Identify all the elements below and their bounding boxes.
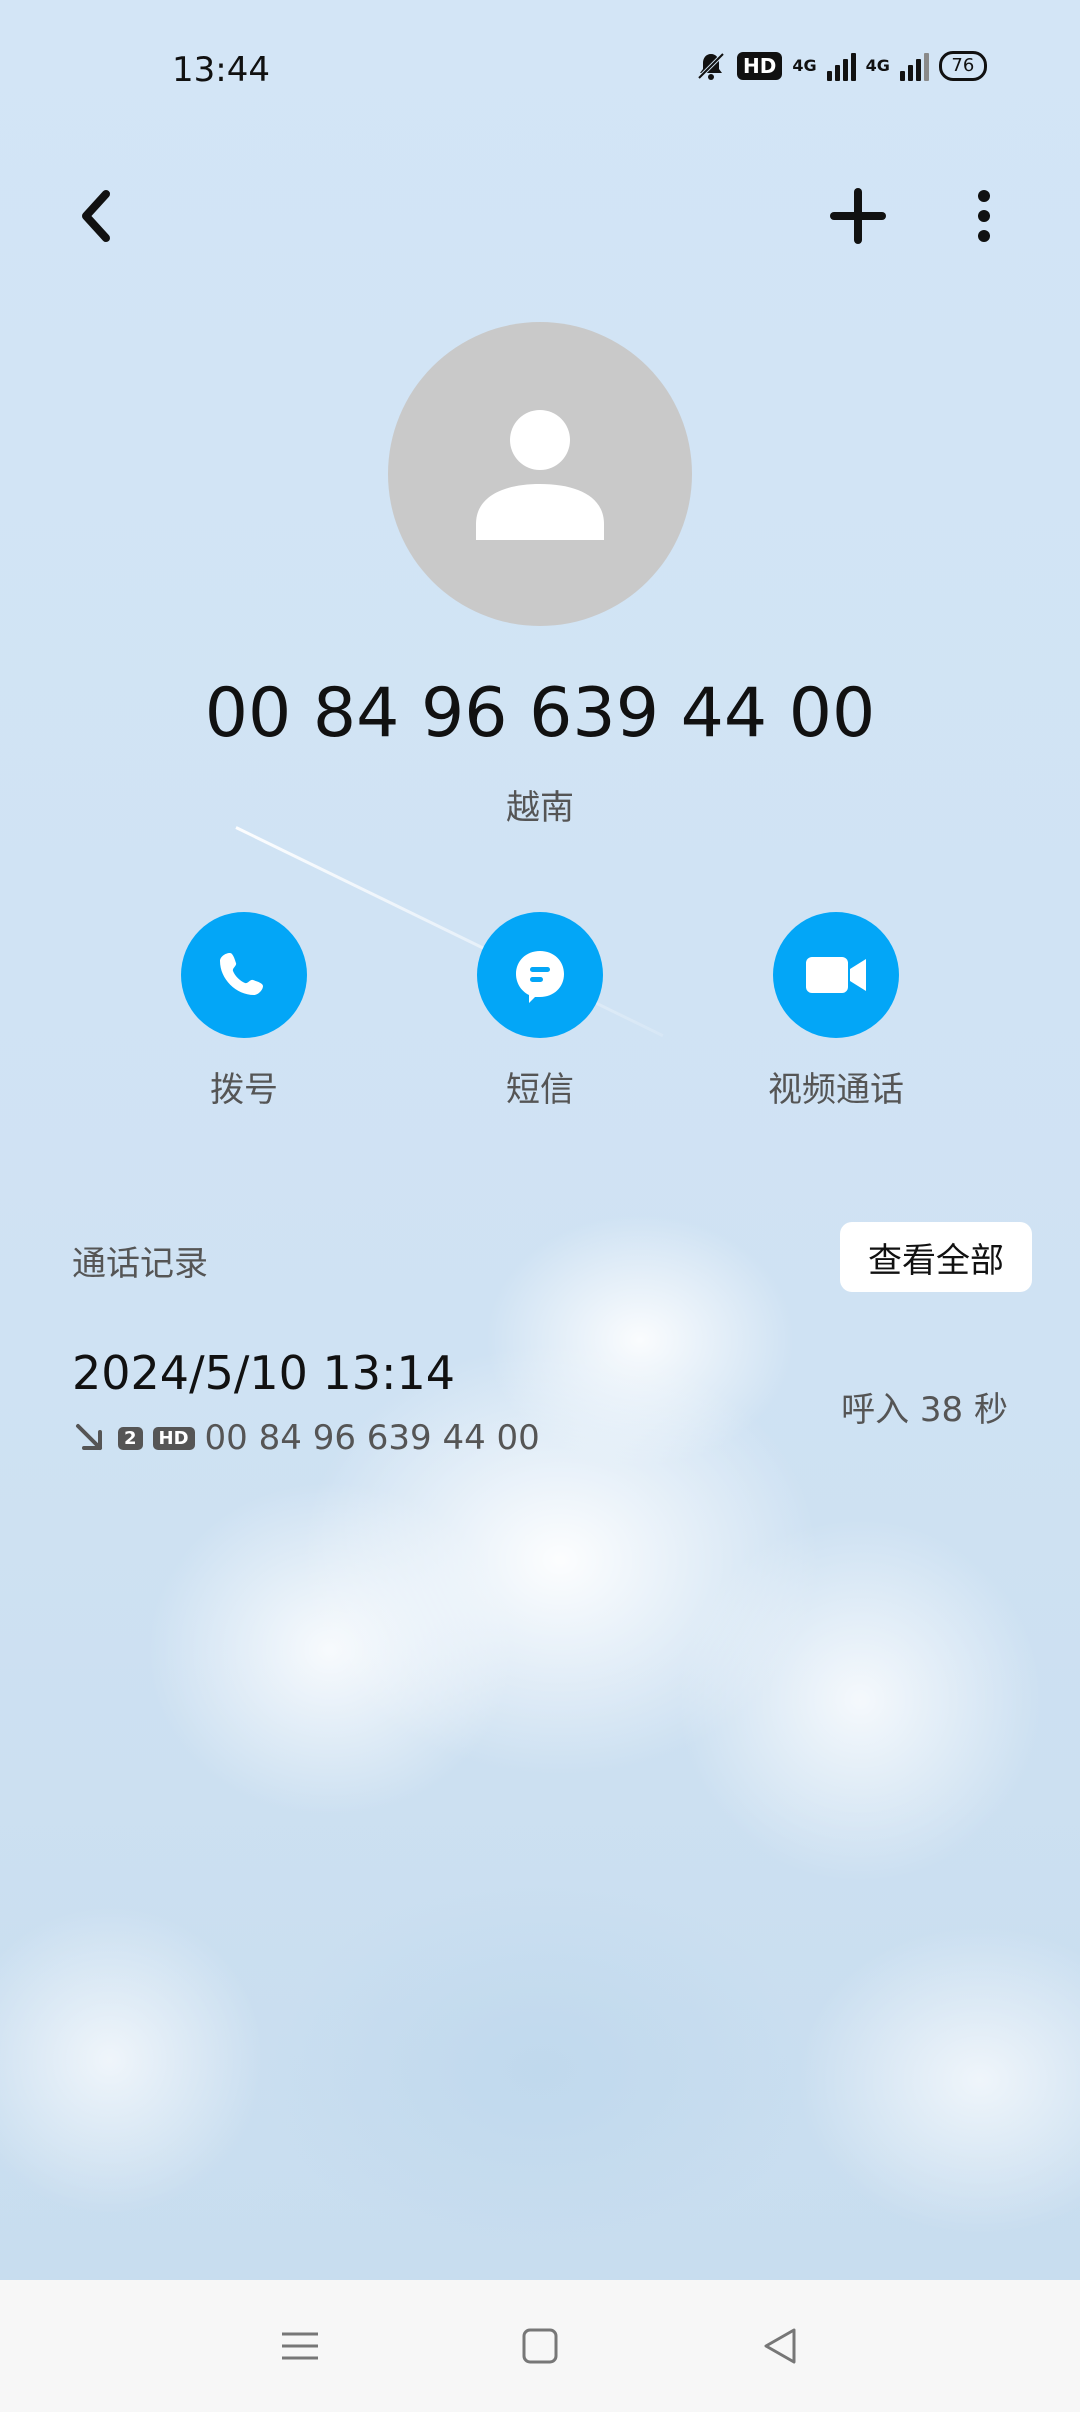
menu-icon (282, 2332, 318, 2360)
call-number: 00 84 96 639 44 00 (204, 1418, 540, 1458)
network-type-2: 4G (865, 56, 890, 75)
call-duration: 38 秒 (919, 1390, 1008, 1430)
call-status: 呼入 38 秒 (841, 1382, 1008, 1431)
dial-button[interactable] (181, 912, 307, 1038)
sms-button[interactable] (477, 912, 603, 1038)
silent-bell-icon (697, 52, 725, 80)
back-arrow-icon (82, 190, 110, 242)
plus-icon (830, 188, 886, 244)
status-bar: 13:44 HD 4G 4G 76 (0, 0, 1080, 140)
signal-icon-2 (899, 51, 929, 81)
video-call-button[interactable] (773, 912, 899, 1038)
status-icons: HD 4G 4G 76 (695, 50, 987, 82)
hd-voice-badge: HD (737, 52, 783, 80)
phone-icon (220, 953, 263, 995)
hd-badge: HD (152, 1426, 195, 1450)
person-icon (476, 410, 604, 540)
dial-action[interactable]: 拨号 (144, 912, 344, 1111)
video-call-label: 视频通话 (768, 1070, 904, 1110)
incoming-call-arrow-icon (76, 1424, 102, 1450)
recent-apps-button[interactable] (255, 2301, 345, 2391)
signal-icon-1 (826, 51, 856, 81)
more-options-button[interactable] (944, 176, 1024, 256)
sms-label: 短信 (506, 1070, 574, 1110)
contact-avatar (388, 322, 692, 626)
call-details: 2 HD 00 84 96 639 44 00 (72, 1418, 540, 1458)
call-direction: 呼入 (841, 1390, 910, 1430)
status-time: 13:44 (172, 50, 270, 90)
square-icon (522, 2328, 558, 2364)
message-bubble-icon (516, 951, 564, 1003)
sim-badge: 2 (118, 1426, 143, 1450)
add-contact-button[interactable] (818, 176, 898, 256)
video-camera-icon (806, 957, 866, 993)
call-log-title: 通话记录 (72, 1244, 208, 1284)
back-nav-button[interactable] (735, 2301, 825, 2391)
sms-action[interactable]: 短信 (440, 912, 640, 1111)
video-call-action[interactable]: 视频通话 (736, 912, 936, 1111)
network-type-1: 4G (792, 56, 817, 75)
back-button[interactable] (56, 176, 136, 256)
triangle-back-icon (764, 2328, 796, 2364)
more-vertical-icon (978, 190, 990, 242)
contact-region: 越南 (506, 788, 574, 828)
home-button[interactable] (495, 2301, 585, 2391)
navigation-bar (0, 2280, 1080, 2412)
battery-icon: 76 (938, 51, 987, 81)
dial-label: 拨号 (210, 1070, 278, 1110)
view-all-button[interactable]: 查看全部 (840, 1222, 1032, 1292)
call-datetime: 2024/5/10 13:14 (72, 1346, 456, 1400)
contact-number: 00 84 96 639 44 00 (204, 674, 876, 753)
